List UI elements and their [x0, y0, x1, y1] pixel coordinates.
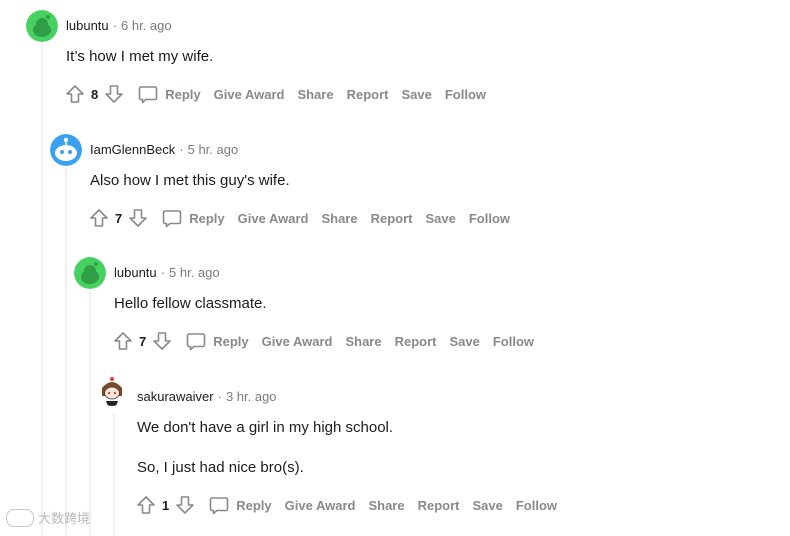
comment-body: Also how I met this guy's wife.: [90, 172, 290, 189]
vote-score: 7: [139, 333, 147, 349]
speech-bubble-icon: [138, 86, 158, 104]
downvote-arrow-icon[interactable]: [174, 494, 196, 516]
snoo-avatar-icon: [96, 374, 128, 406]
thread-line-level-3[interactable]: [89, 292, 91, 536]
comment-timestamp[interactable]: 3 hr. ago: [226, 389, 277, 404]
speech-bubble-icon: [186, 333, 206, 351]
watermark-text: 大数跨境: [38, 511, 91, 526]
give-award-button[interactable]: Give Award: [285, 498, 356, 513]
watermark-logo-icon: [6, 508, 34, 527]
author-name[interactable]: sakurawaiver: [137, 389, 214, 404]
author-name[interactable]: IamGlennBeck: [90, 142, 175, 157]
comment-body-paragraph-2: So, I just had nice bro(s).: [137, 459, 304, 476]
comment-actions: 7 Reply Give Award Share Report Save Fol…: [112, 328, 534, 354]
share-button[interactable]: Share: [321, 211, 357, 226]
reply-button[interactable]: Reply: [161, 207, 225, 229]
watermark: 大数跨境: [6, 508, 90, 527]
save-button[interactable]: Save: [472, 498, 502, 513]
share-button[interactable]: Share: [368, 498, 404, 513]
reply-button[interactable]: Reply: [137, 83, 201, 105]
avatar-lubuntu[interactable]: [26, 10, 58, 42]
give-award-button[interactable]: Give Award: [262, 334, 333, 349]
author-name[interactable]: lubuntu: [66, 18, 109, 33]
reply-label: Reply: [213, 333, 249, 349]
upvote-arrow-icon[interactable]: [64, 83, 86, 105]
follow-button[interactable]: Follow: [469, 211, 510, 226]
share-button[interactable]: Share: [345, 334, 381, 349]
save-button[interactable]: Save: [449, 334, 479, 349]
comment-body-paragraph-1: We don't have a girl in my high school.: [137, 419, 394, 436]
follow-button[interactable]: Follow: [493, 334, 534, 349]
report-button[interactable]: Report: [418, 498, 460, 513]
give-award-button[interactable]: Give Award: [214, 87, 285, 102]
comment-meta: lubuntu · 5 hr. ago: [114, 263, 220, 283]
comment-timestamp[interactable]: 6 hr. ago: [121, 18, 172, 33]
share-button[interactable]: Share: [297, 87, 333, 102]
reply-button[interactable]: Reply: [185, 330, 249, 352]
meta-separator: ·: [179, 142, 184, 157]
comment-body: It’s how I met my wife.: [66, 48, 214, 65]
snoo-avatar-icon: [26, 10, 58, 42]
comment-actions: 1 Reply Give Award Share Report Save Fol…: [135, 492, 557, 518]
meta-separator: ·: [112, 18, 117, 33]
reply-label: Reply: [189, 210, 225, 226]
snoo-avatar-icon: [50, 134, 82, 166]
vote-score: 7: [115, 210, 123, 226]
downvote-arrow-icon[interactable]: [103, 83, 125, 105]
avatar-sakurawaiver[interactable]: [96, 374, 128, 406]
meta-separator: ·: [217, 389, 222, 404]
avatar-lubuntu[interactable]: [74, 257, 106, 289]
vote-score: 8: [91, 86, 99, 102]
comment-meta: sakurawaiver · 3 hr. ago: [137, 387, 277, 407]
upvote-arrow-icon[interactable]: [88, 207, 110, 229]
reply-label: Reply: [165, 86, 201, 102]
avatar-iamglennbeck[interactable]: [50, 134, 82, 166]
report-button[interactable]: Report: [347, 87, 389, 102]
vote-score: 1: [162, 497, 170, 513]
speech-bubble-icon: [209, 497, 229, 515]
speech-bubble-icon: [162, 210, 182, 228]
snoo-avatar-icon: [74, 257, 106, 289]
thread-line-level-2[interactable]: [65, 168, 67, 536]
comment-meta: lubuntu · 6 hr. ago: [66, 16, 172, 36]
upvote-arrow-icon[interactable]: [135, 494, 157, 516]
meta-separator: ·: [160, 265, 165, 280]
comment-meta: IamGlennBeck · 5 hr. ago: [90, 140, 238, 160]
comment-body: Hello fellow classmate.: [114, 295, 267, 312]
downvote-arrow-icon[interactable]: [151, 330, 173, 352]
report-button[interactable]: Report: [371, 211, 413, 226]
follow-button[interactable]: Follow: [516, 498, 557, 513]
comment-actions: 8 Reply Give Award Share Report Save Fol…: [64, 81, 486, 107]
report-button[interactable]: Report: [395, 334, 437, 349]
comment-actions: 7 Reply Give Award Share Report Save Fol…: [88, 205, 510, 231]
downvote-arrow-icon[interactable]: [127, 207, 149, 229]
give-award-button[interactable]: Give Award: [238, 211, 309, 226]
follow-button[interactable]: Follow: [445, 87, 486, 102]
thread-line-level-1[interactable]: [41, 44, 43, 536]
upvote-arrow-icon[interactable]: [112, 330, 134, 352]
comment-timestamp[interactable]: 5 hr. ago: [188, 142, 239, 157]
reply-button[interactable]: Reply: [208, 494, 272, 516]
save-button[interactable]: Save: [401, 87, 431, 102]
author-name[interactable]: lubuntu: [114, 265, 157, 280]
comment-timestamp[interactable]: 5 hr. ago: [169, 265, 220, 280]
thread-line-level-4[interactable]: [113, 414, 115, 536]
save-button[interactable]: Save: [425, 211, 455, 226]
reply-label: Reply: [236, 497, 272, 513]
